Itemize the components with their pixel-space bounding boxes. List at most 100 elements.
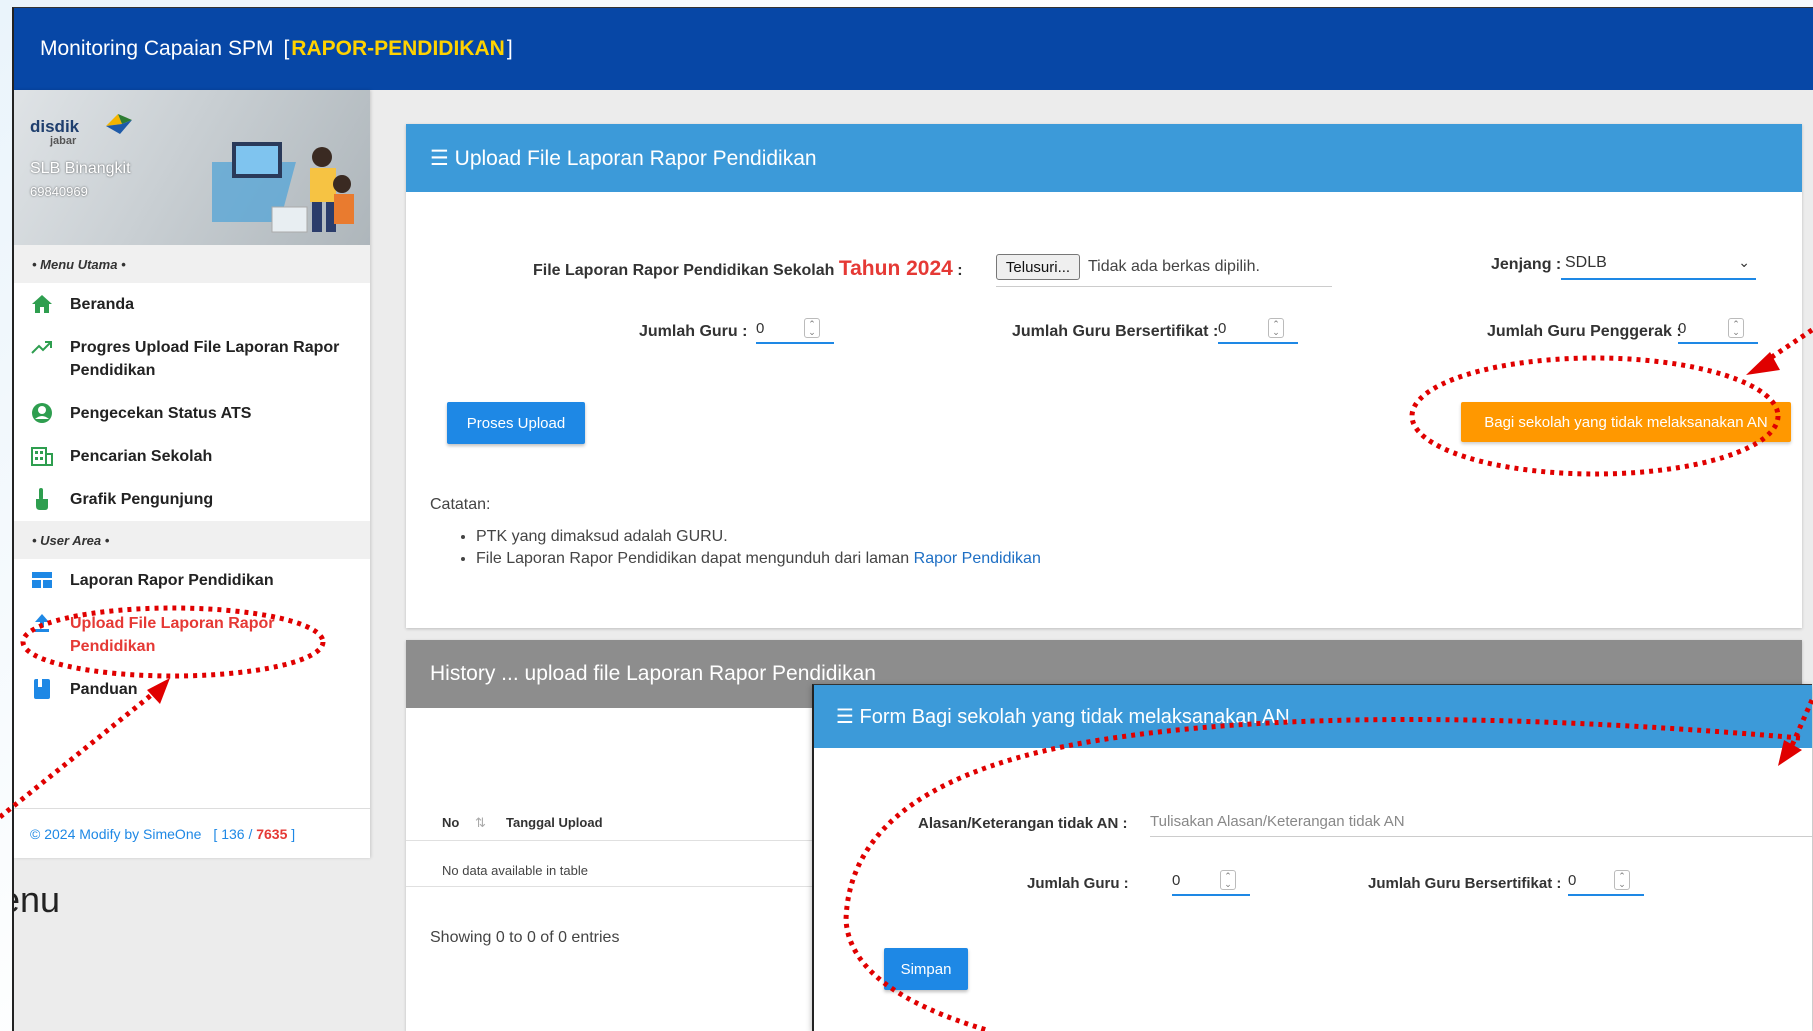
col-no-text: No: [442, 815, 460, 830]
sidebar-footer: © 2024 Modify by SimeOne [ 136 / 7635 ]: [14, 808, 370, 858]
user-circle-icon: [30, 402, 54, 424]
form-card-title: ☰ Form Bagi sekolah yang tidak melaksana…: [814, 685, 1812, 748]
counter-bracket: [: [213, 825, 218, 842]
notes-section: Catatan: PTK yang dimaksud adalah GURU. …: [430, 496, 1041, 572]
upload-card-title: ☰ Upload File Laporan Rapor Pendidikan: [406, 124, 1802, 192]
app-tag: RAPOR-PENDIDIKAN: [291, 37, 505, 60]
form-guru-sertifikat-value: 0: [1568, 871, 1577, 889]
workspace-illustration-icon: [212, 142, 354, 233]
reason-label: Alasan/Keterangan tidak AN :: [918, 815, 1128, 832]
chevron-down-icon: ⌄: [1738, 254, 1750, 270]
notes-title: Catatan:: [430, 496, 491, 513]
simpan-button[interactable]: Simpan: [884, 948, 968, 990]
logo-text-bottom: jabar: [50, 135, 77, 147]
jenjang-label: Jenjang :: [1491, 256, 1562, 273]
table-divider: [406, 886, 826, 887]
sidebar-item-label: Grafik Pengunjung: [70, 491, 214, 508]
sidebar-item-label: Beranda: [70, 296, 135, 313]
reason-input[interactable]: Tulisakan Alasan/Keterangan tidak AN: [1150, 807, 1813, 837]
section-menu-utama: • Menu Utama •: [14, 245, 370, 283]
sidebar-item-progres-upload[interactable]: Progres Upload File Laporan Rapor Pendid…: [14, 326, 370, 392]
form-guru-sertifikat-input[interactable]: 0 ⌃ ⌄: [1568, 866, 1644, 896]
reason-placeholder: Tulisakan Alasan/Keterangan tidak AN: [1150, 813, 1405, 830]
sidebar: disdik jabar SLB Binangkit 69840969 • Me…: [14, 90, 370, 858]
sidebar-item-label: Laporan Rapor Pendidikan: [70, 572, 274, 589]
year-label: Tahun 2024: [838, 257, 953, 280]
logo-mark-icon: [106, 114, 132, 134]
sidebar-item-label: Panduan: [70, 681, 138, 698]
copyright-text: © 2024 Modify by SimeOne: [30, 825, 202, 842]
upload-card: ☰ Upload File Laporan Rapor Pendidikan F…: [406, 124, 1802, 628]
file-input-underline: [996, 286, 1332, 287]
number-spinner-icon[interactable]: ⌃ ⌄: [1614, 870, 1630, 890]
visitor-counter: [ 136 / 7635 ]: [213, 826, 295, 842]
disdik-logo: disdik jabar: [30, 118, 79, 148]
table-empty-text: No data available in table: [442, 863, 588, 878]
app-title: Monitoring Capaian SPM: [40, 37, 274, 60]
number-spinner-icon[interactable]: ⌃ ⌄: [1728, 318, 1744, 338]
building-icon: [30, 445, 54, 467]
col-header-no[interactable]: No ⇅: [442, 815, 486, 831]
tag-bracket-close: ]: [506, 37, 513, 60]
sidebar-item-label: Progres Upload File Laporan Rapor Pendid…: [70, 339, 340, 379]
sidebar-item-beranda[interactable]: Beranda: [14, 283, 370, 326]
file-status-text: Tidak ada berkas dipilih.: [1088, 258, 1260, 275]
table-icon: [30, 569, 54, 591]
tag-bracket-open: [: [283, 37, 290, 60]
trending-up-icon: [30, 336, 54, 358]
browse-file-button[interactable]: Telusuri...: [996, 254, 1080, 280]
guru-sertifikat-value: 0: [1218, 319, 1227, 337]
school-name: SLB Binangkit: [30, 160, 131, 177]
note-text: File Laporan Rapor Pendidikan dapat meng…: [476, 550, 910, 567]
guru-sertifikat-label: Jumlah Guru Bersertifikat :: [1012, 323, 1219, 340]
guru-penggerak-input[interactable]: 0 ⌃ ⌄: [1678, 314, 1758, 344]
sidebar-item-label: Pencarian Sekolah: [70, 448, 213, 465]
table-info-text: Showing 0 to 0 of 0 entries: [430, 929, 620, 946]
form-jumlah-guru-label: Jumlah Guru :: [1027, 875, 1129, 892]
pointer-hand-icon: [30, 488, 54, 510]
guru-penggerak-label: Jumlah Guru Penggerak :: [1487, 323, 1682, 340]
guru-penggerak-value: 0: [1678, 319, 1687, 337]
app-header: Monitoring Capaian SPM [ RAPOR-PENDIDIKA…: [14, 8, 1813, 90]
jumlah-guru-label: Jumlah Guru :: [639, 323, 748, 340]
sidebar-item-upload-file[interactable]: Upload File Laporan Rapor Pendidikan: [14, 602, 370, 668]
jumlah-guru-input[interactable]: 0 ⌃ ⌄: [756, 314, 834, 344]
rapor-pendidikan-link[interactable]: Rapor Pendidikan: [914, 550, 1041, 567]
number-spinner-icon[interactable]: ⌃ ⌄: [1268, 318, 1284, 338]
file-label-text: File Laporan Rapor Pendidikan Sekolah: [533, 262, 835, 279]
form-guru-sertifikat-label: Jumlah Guru Bersertifikat :: [1368, 875, 1562, 892]
file-label-colon: :: [957, 262, 963, 279]
background-text-fragment: enu: [14, 879, 61, 920]
notes-list: PTK yang dimaksud adalah GURU. File Lapo…: [430, 528, 1041, 568]
sidebar-item-label: Pengecekan Status ATS: [70, 405, 252, 422]
counter-today: 136: [221, 825, 245, 842]
sidebar-item-grafik-pengunjung[interactable]: Grafik Pengunjung: [14, 478, 370, 521]
sidebar-item-label: Upload File Laporan Rapor Pendidikan: [70, 615, 275, 655]
sidebar-item-status-ats[interactable]: Pengecekan Status ATS: [14, 392, 370, 435]
counter-bracket: ]: [291, 825, 296, 842]
counter-total: 7635: [256, 825, 288, 842]
school-npsn: 69840969: [30, 184, 88, 199]
sidebar-item-laporan-rapor[interactable]: Laporan Rapor Pendidikan: [14, 559, 370, 602]
book-icon: [30, 678, 54, 700]
guru-sertifikat-input[interactable]: 0 ⌃ ⌄: [1218, 314, 1298, 344]
upload-icon: [30, 612, 54, 634]
number-spinner-icon[interactable]: ⌃ ⌄: [1220, 870, 1236, 890]
col-header-date[interactable]: Tanggal Upload: [506, 815, 603, 830]
jumlah-guru-value: 0: [756, 319, 765, 337]
section-user-area: • User Area •: [14, 521, 370, 559]
proses-upload-button[interactable]: Proses Upload: [447, 402, 585, 444]
jenjang-select[interactable]: SDLB ⌄: [1561, 248, 1756, 280]
jenjang-selected-value: SDLB: [1565, 254, 1607, 271]
sidebar-item-pencarian-sekolah[interactable]: Pencarian Sekolah: [14, 435, 370, 478]
file-label: File Laporan Rapor Pendidikan Sekolah Ta…: [533, 257, 963, 281]
profile-banner: disdik jabar SLB Binangkit 69840969: [14, 90, 370, 245]
no-an-form-card: ☰ Form Bagi sekolah yang tidak melaksana…: [812, 684, 1813, 1031]
note-item: PTK yang dimaksud adalah GURU.: [476, 528, 1041, 546]
counter-separator: /: [248, 825, 253, 842]
no-an-button[interactable]: Bagi sekolah yang tidak melaksanakan AN: [1461, 402, 1791, 442]
sidebar-item-panduan[interactable]: Panduan: [14, 668, 370, 711]
number-spinner-icon[interactable]: ⌃ ⌄: [804, 318, 820, 338]
note-item: File Laporan Rapor Pendidikan dapat meng…: [476, 550, 1041, 568]
form-jumlah-guru-input[interactable]: 0 ⌃ ⌄: [1172, 866, 1250, 896]
